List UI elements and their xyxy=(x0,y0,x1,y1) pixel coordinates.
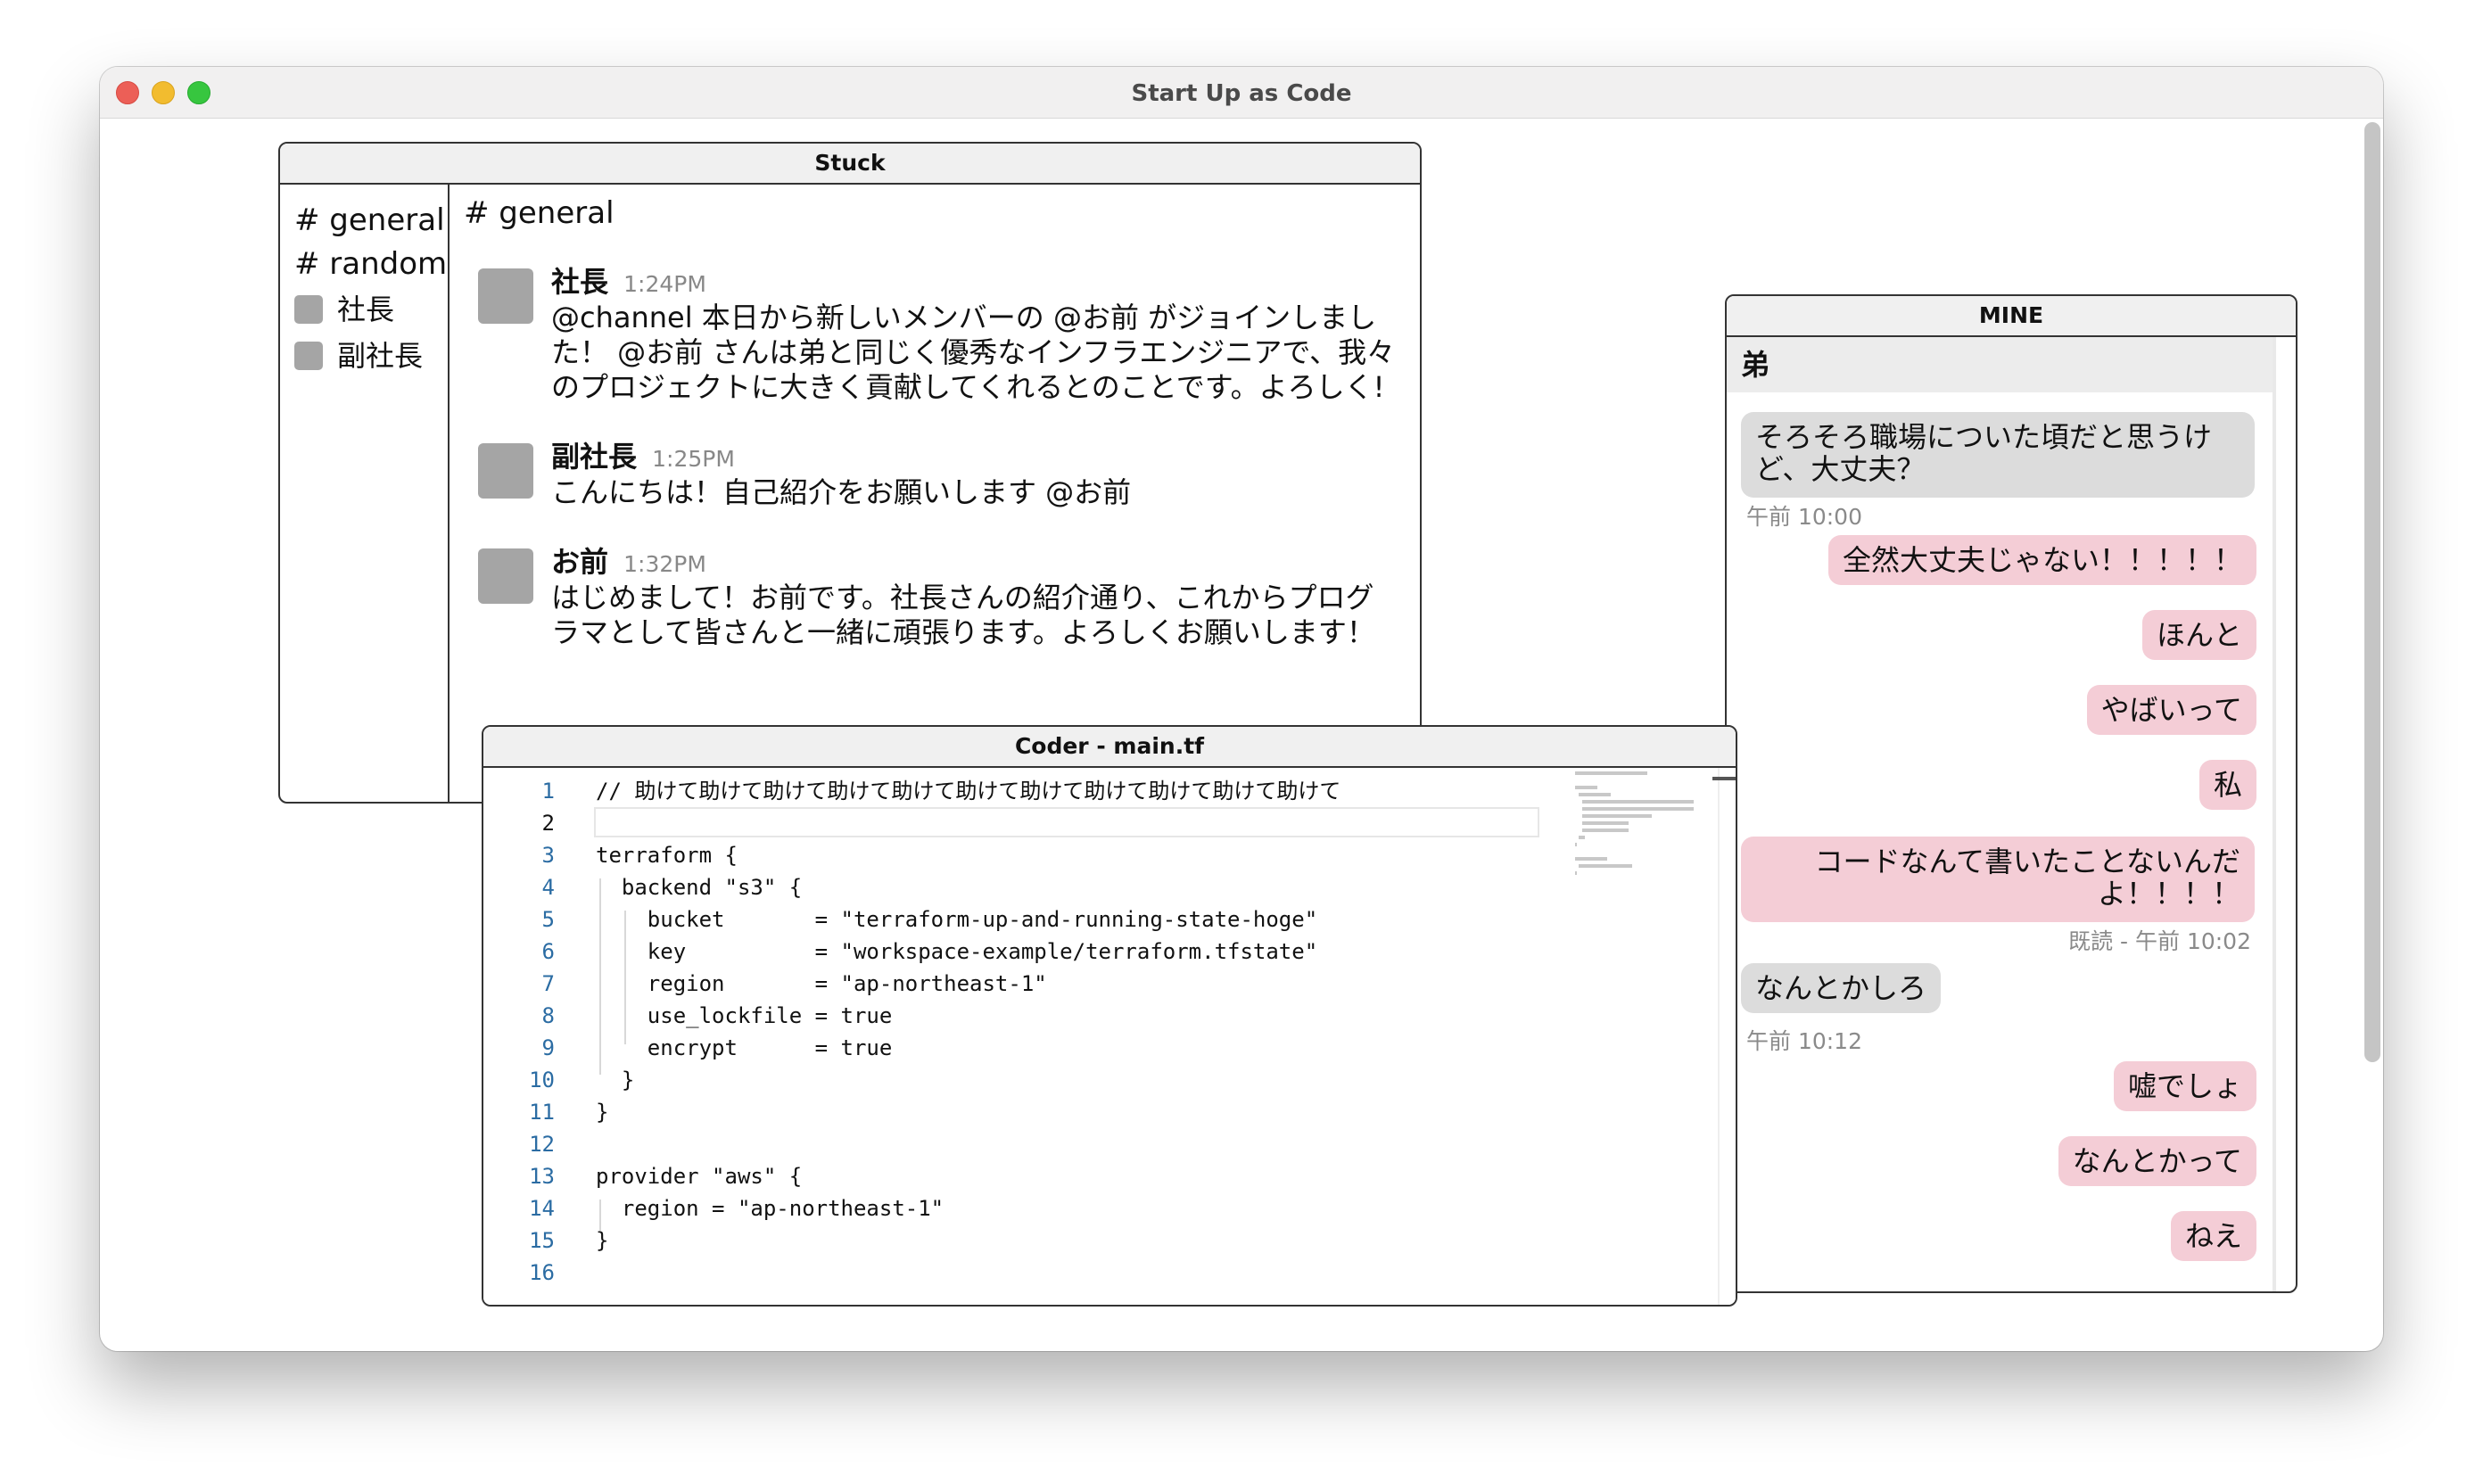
channel-header: # general xyxy=(464,195,615,231)
avatar xyxy=(478,548,533,604)
dm-vice-president[interactable]: 副社長 xyxy=(280,333,448,379)
code-line[interactable]: use_lockfile = true xyxy=(596,1000,1557,1032)
code-line[interactable]: // 助けて助けて助けて助けて助けて助けて助けて助けて助けて助けて助けて xyxy=(596,775,1557,807)
code-line[interactable]: encrypt = true xyxy=(596,1032,1557,1064)
message-text: こんにちは！自己紹介をお願いします @お前 xyxy=(551,475,1132,509)
stuck-message-pane: # general 社長 1:24PM @channel 本日から新しいメンバー… xyxy=(450,185,1420,802)
minimap-line xyxy=(1575,857,1607,861)
line-number: 1 xyxy=(541,779,555,804)
chat-scroll-track[interactable] xyxy=(2273,337,2276,1291)
stuck-sidebar: # general # random 社長 副社長 xyxy=(280,185,450,802)
chat-contact: 弟 xyxy=(1727,337,2273,392)
minimap-line xyxy=(1579,793,1611,796)
line-number: 7 xyxy=(541,971,555,996)
code-line[interactable]: bucket = "terraform-up-and-running-state… xyxy=(596,903,1557,936)
code-line[interactable] xyxy=(596,1257,1557,1289)
chat-bubble-sent: やばいって xyxy=(2086,685,2256,735)
code-editor[interactable]: 1 2 3 4 5 6 7 8 9 10 11 12 13 14 15 16 // 助けて助けて助けて助けて助… xyxy=(483,768,1736,1305)
code-line[interactable]: region = "ap-northeast-1" xyxy=(596,968,1557,1000)
read-receipt: 既読 - 午前 10:02 xyxy=(2068,928,2251,954)
window-title: Start Up as Code xyxy=(1131,80,1352,107)
code-line[interactable]: } xyxy=(596,1096,1557,1128)
dm-president[interactable]: 社長 xyxy=(280,286,448,333)
stuck-window-title[interactable]: Stuck xyxy=(280,144,1420,185)
chat-window-title[interactable]: MINE xyxy=(1727,296,2296,337)
minimap-line xyxy=(1579,836,1585,839)
minimap-line xyxy=(1575,843,1578,846)
code-line[interactable]: provider "aws" { xyxy=(596,1160,1557,1192)
message-time: 午前 10:00 xyxy=(1746,504,1862,530)
code-line[interactable] xyxy=(596,807,1557,839)
chat-bubble-sent: ほんと xyxy=(2141,610,2256,660)
message-time: 1:32PM xyxy=(623,551,706,577)
message-time: 1:25PM xyxy=(652,446,735,472)
code-line[interactable]: terraform { xyxy=(596,839,1557,871)
message-text: @channel 本日から新しいメンバーの @お前 がジョインしました！ @お前… xyxy=(551,301,1396,404)
channel-general[interactable]: # general xyxy=(280,199,448,243)
coder-window: Coder - main.tf 1 2 3 4 5 6 7 8 9 10 11 12 13 14 15 16 … xyxy=(482,725,1737,1307)
code-line[interactable] xyxy=(596,1128,1557,1160)
dm-label: 副社長 xyxy=(337,339,424,373)
chat-window: MINE 弟 そろそろ職場についた頃だと思うけど、大丈夫？ 午前 10:00 全… xyxy=(1725,294,2297,1293)
line-number: 13 xyxy=(529,1164,555,1189)
chat-bubble-sent: 全然大丈夫じゃない！！！！！ xyxy=(1827,535,2256,585)
line-number: 5 xyxy=(541,907,555,932)
avatar xyxy=(478,268,533,324)
chat-bubble-sent: なんとかって xyxy=(2058,1136,2256,1186)
line-number: 9 xyxy=(541,1035,555,1060)
minimap-line xyxy=(1579,864,1633,868)
chat-bubble-sent: コードなんて書いたことないんだよ！！！！ xyxy=(1741,837,2255,922)
line-number: 2 xyxy=(541,811,555,836)
line-number: 8 xyxy=(541,1003,555,1028)
scrollbar-thumb[interactable] xyxy=(1712,777,1736,780)
chat-bubble-received: そろそろ職場についた頃だと思うけど、大丈夫？ xyxy=(1741,412,2255,498)
window-titlebar[interactable]: Start Up as Code xyxy=(100,67,2383,119)
code-line[interactable]: key = "workspace-example/terraform.tfsta… xyxy=(596,936,1557,968)
avatar xyxy=(478,443,533,499)
code-line[interactable]: backend "s3" { xyxy=(596,871,1557,903)
minimap-line xyxy=(1582,821,1629,825)
dm-label: 社長 xyxy=(337,293,395,326)
line-number: 15 xyxy=(529,1228,555,1253)
code-line[interactable]: } xyxy=(596,1064,1557,1096)
minimap-line xyxy=(1575,871,1578,875)
chat-bubble-sent: 嘘でしょ xyxy=(2113,1061,2256,1111)
minimap-line xyxy=(1582,829,1629,832)
line-number: 4 xyxy=(541,875,555,900)
line-number: 16 xyxy=(529,1260,555,1285)
minimap-line xyxy=(1575,771,1647,775)
editor-scrollbar[interactable] xyxy=(1718,768,1720,1305)
line-number: 11 xyxy=(529,1100,555,1125)
avatar xyxy=(294,295,323,324)
line-number: 10 xyxy=(529,1068,555,1092)
chat-bubble-sent: 私 xyxy=(2198,760,2256,810)
line-number: 6 xyxy=(541,939,555,964)
line-number-gutter: 1 2 3 4 5 6 7 8 9 10 11 12 13 14 15 16 xyxy=(483,775,555,1289)
chat-bubble-received: なんとかしろ xyxy=(1741,963,1942,1013)
minimap[interactable] xyxy=(1575,771,1700,875)
minimap-line xyxy=(1582,800,1695,804)
minimap-line xyxy=(1582,807,1695,811)
message-author: 社長 xyxy=(551,265,609,299)
chat-bubble-sent: ねえ xyxy=(2170,1211,2256,1261)
message-author: 副社長 xyxy=(551,440,638,474)
line-number: 3 xyxy=(541,843,555,868)
message-time: 午前 10:12 xyxy=(1746,1028,1862,1054)
avatar xyxy=(294,342,323,370)
stuck-window: Stuck # general # random 社長 副社長 # genera… xyxy=(278,142,1422,804)
message-author: お前 xyxy=(551,545,609,579)
line-number: 12 xyxy=(529,1132,555,1157)
message-text: はじめまして！お前です。社長さんの紹介通り、これからプログラマとして皆さんと一緒… xyxy=(551,581,1375,649)
minimap-line xyxy=(1582,814,1653,818)
message-time: 1:24PM xyxy=(623,271,706,297)
window-scrollbar[interactable] xyxy=(2364,122,2380,1062)
code-line[interactable]: region = "ap-northeast-1" xyxy=(596,1192,1557,1224)
coder-window-title[interactable]: Coder - main.tf xyxy=(483,727,1736,768)
line-number: 14 xyxy=(529,1196,555,1221)
code-line[interactable]: } xyxy=(596,1224,1557,1257)
code-text[interactable]: // 助けて助けて助けて助けて助けて助けて助けて助けて助けて助けて助けて terr… xyxy=(596,775,1557,1289)
channel-random[interactable]: # random xyxy=(280,243,448,286)
minimap-line xyxy=(1575,786,1597,789)
